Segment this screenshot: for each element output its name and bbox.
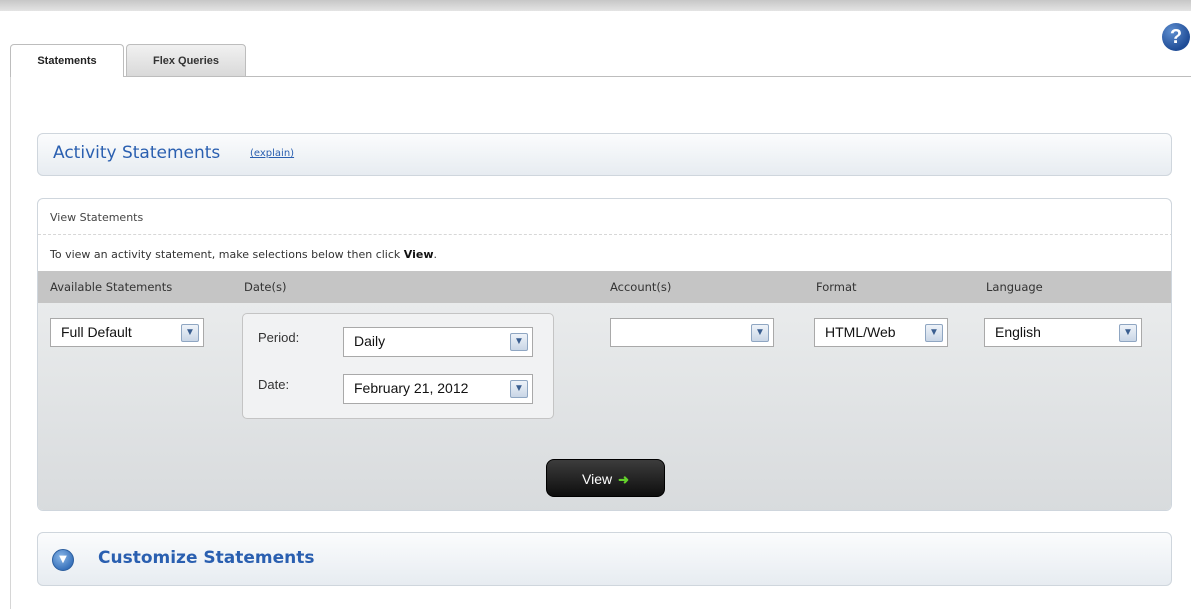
available-statements-select[interactable]: Full Default ▼ [50,318,204,347]
tab-underline [10,76,1191,77]
period-value: Daily [354,333,386,349]
column-available-statements: Available Statements [50,280,173,294]
format-select[interactable]: HTML/Web ▼ [814,318,948,347]
explain-link[interactable]: (explain) [250,148,294,159]
instruction-bold: View [403,248,434,261]
tab-statements[interactable]: Statements [10,44,124,77]
divider [38,234,1171,235]
chevron-down-icon[interactable]: ▼ [181,324,199,342]
period-label: Period: [258,330,300,345]
column-accounts: Account(s) [610,280,672,294]
chevron-down-icon[interactable]: ▼ [925,324,943,342]
content-left-border [10,76,11,609]
chevron-down-icon[interactable]: ▼ [751,324,769,342]
view-button[interactable]: View ➜ [546,459,665,497]
language-select[interactable]: English ▼ [984,318,1142,347]
instruction-suffix: . [433,248,438,261]
column-dates: Date(s) [244,280,287,294]
column-format: Format [816,280,857,294]
dates-box: Period: Daily ▼ Date: February 21, 2012 … [242,313,554,419]
date-label: Date: [258,377,290,392]
available-statements-value: Full Default [61,324,132,340]
customize-statements-header[interactable]: ▼ Customize Statements [37,532,1172,586]
customize-statements-title[interactable]: Customize Statements [98,548,314,568]
date-value: February 21, 2012 [354,380,469,396]
tab-bar: Statements Flex Queries [10,44,1191,77]
chevron-down-icon[interactable]: ▼ [510,380,528,398]
instruction-text: To view an activity statement, make sele… [50,248,437,261]
date-select[interactable]: February 21, 2012 ▼ [343,374,533,404]
period-select[interactable]: Daily ▼ [343,327,533,357]
right-arrow-icon: ➜ [618,472,629,487]
view-statements-panel: View Statements To view an activity stat… [37,198,1172,511]
top-border [0,0,1191,11]
chevron-down-icon[interactable]: ▼ [1119,324,1137,342]
chevron-down-icon[interactable]: ▼ [510,333,528,351]
accounts-select[interactable]: ▼ [610,318,774,347]
language-value: English [995,324,1041,340]
tab-flex-queries[interactable]: Flex Queries [126,44,246,76]
expand-circle-icon[interactable]: ▼ [52,549,74,571]
view-statements-label: View Statements [50,211,144,224]
activity-statements-header: Activity Statements (explain) [37,133,1172,176]
activity-statements-title: Activity Statements [53,143,221,163]
view-button-label: View [582,471,613,487]
format-value: HTML/Web [825,324,896,340]
instruction-prefix: To view an activity statement, make sele… [50,248,404,261]
column-language: Language [986,280,1043,294]
